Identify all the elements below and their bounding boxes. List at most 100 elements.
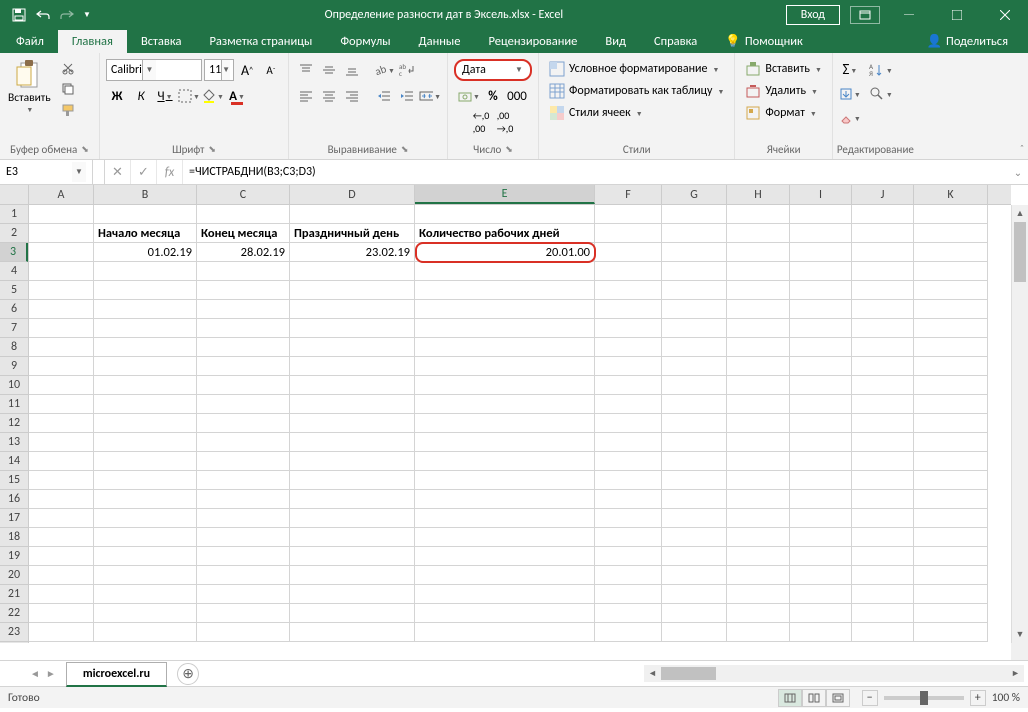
tab-insert[interactable]: Вставка (127, 30, 196, 53)
row-header[interactable]: 22 (0, 604, 28, 623)
percent-button[interactable]: % (482, 85, 504, 107)
cell[interactable] (595, 319, 662, 338)
cell[interactable] (662, 243, 727, 262)
cell[interactable] (197, 433, 290, 452)
cell[interactable] (662, 224, 727, 243)
cell[interactable] (914, 566, 988, 585)
cell[interactable] (662, 357, 727, 376)
cell[interactable] (914, 547, 988, 566)
cell[interactable] (595, 224, 662, 243)
cell[interactable] (415, 357, 595, 376)
qat-customize-button[interactable]: ▼ (80, 4, 94, 26)
decrease-indent-button[interactable] (373, 85, 395, 107)
enter-formula-button[interactable]: ✓ (131, 160, 157, 184)
cell[interactable] (197, 623, 290, 642)
cell[interactable] (29, 357, 94, 376)
cell[interactable] (415, 585, 595, 604)
zoom-out-button[interactable]: − (862, 690, 878, 706)
cell[interactable] (29, 433, 94, 452)
cell[interactable] (415, 319, 595, 338)
row-header[interactable]: 20 (0, 566, 28, 585)
tab-page-layout[interactable]: Разметка страницы (195, 30, 326, 53)
cell[interactable] (415, 300, 595, 319)
cut-button[interactable] (59, 59, 77, 77)
dialog-launcher-icon[interactable]: ⬊ (505, 144, 513, 155)
tab-tell-me[interactable]: 💡Помощник (711, 30, 817, 53)
cell[interactable] (852, 395, 914, 414)
fill-button[interactable]: ▼ (839, 83, 861, 105)
column-header[interactable]: J (852, 185, 914, 204)
cell[interactable] (29, 395, 94, 414)
row-header[interactable]: 15 (0, 471, 28, 490)
cell[interactable] (790, 224, 852, 243)
cell[interactable] (662, 604, 727, 623)
cell[interactable] (914, 338, 988, 357)
cell[interactable]: Конец месяца (197, 224, 290, 243)
border-button[interactable]: ▼ (178, 85, 200, 107)
format-as-table-button[interactable]: Форматировать как таблицу▼ (545, 81, 728, 101)
column-header[interactable]: E (415, 185, 595, 204)
cell[interactable] (727, 395, 790, 414)
cell[interactable] (727, 604, 790, 623)
cell[interactable] (94, 623, 197, 642)
cell[interactable] (197, 376, 290, 395)
cell[interactable] (197, 319, 290, 338)
cell[interactable] (790, 585, 852, 604)
cell[interactable] (29, 566, 94, 585)
cell[interactable] (290, 471, 415, 490)
row-header[interactable]: 8 (0, 338, 28, 357)
cell[interactable] (662, 205, 727, 224)
row-header[interactable]: 4 (0, 262, 28, 281)
row-header[interactable]: 23 (0, 623, 28, 642)
currency-button[interactable]: ▼ (458, 85, 480, 107)
row-header[interactable]: 11 (0, 395, 28, 414)
cell[interactable] (29, 262, 94, 281)
cell[interactable] (94, 509, 197, 528)
vertical-scrollbar[interactable]: ▲ ▼ (1011, 205, 1028, 643)
copy-button[interactable] (59, 80, 77, 98)
cell[interactable] (290, 623, 415, 642)
cell[interactable] (727, 547, 790, 566)
cell[interactable] (94, 357, 197, 376)
row-header[interactable]: 13 (0, 433, 28, 452)
cell[interactable] (790, 243, 852, 262)
cell[interactable] (94, 262, 197, 281)
cell[interactable] (662, 395, 727, 414)
cell[interactable] (852, 452, 914, 471)
sheet-nav-prev[interactable]: ◄ (28, 667, 42, 680)
orientation-button[interactable]: ab▼ (373, 59, 395, 81)
cell[interactable] (595, 433, 662, 452)
cell[interactable] (852, 547, 914, 566)
cell[interactable] (94, 319, 197, 338)
cell[interactable] (197, 414, 290, 433)
cell[interactable] (290, 300, 415, 319)
cell[interactable] (290, 433, 415, 452)
tab-view[interactable]: Вид (591, 30, 640, 53)
cell[interactable] (914, 623, 988, 642)
cell[interactable] (852, 471, 914, 490)
cell[interactable] (662, 376, 727, 395)
row-header[interactable]: 10 (0, 376, 28, 395)
cell[interactable] (662, 414, 727, 433)
cell[interactable] (790, 547, 852, 566)
cell[interactable] (727, 490, 790, 509)
column-header[interactable]: K (914, 185, 988, 204)
cell[interactable] (415, 433, 595, 452)
decrease-font-button[interactable]: Aˇ (260, 59, 282, 81)
cell[interactable]: 01.02.19 (94, 243, 197, 262)
cell[interactable] (29, 338, 94, 357)
cell[interactable] (197, 300, 290, 319)
align-middle-button[interactable] (318, 59, 340, 81)
row-header[interactable]: 2 (0, 224, 28, 243)
cell[interactable] (595, 509, 662, 528)
cell[interactable] (595, 357, 662, 376)
signin-button[interactable]: Вход (786, 5, 840, 25)
cell[interactable] (914, 528, 988, 547)
row-header[interactable]: 17 (0, 509, 28, 528)
row-header[interactable]: 3 (0, 243, 28, 262)
cell[interactable] (662, 452, 727, 471)
cell[interactable]: Количество рабочих дней (415, 224, 595, 243)
cell[interactable] (790, 452, 852, 471)
cell[interactable] (662, 433, 727, 452)
cell[interactable] (94, 604, 197, 623)
